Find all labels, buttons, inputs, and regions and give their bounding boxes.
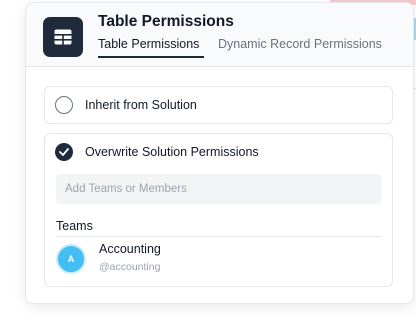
table-icon xyxy=(43,17,83,57)
radio-empty-icon[interactable] xyxy=(55,96,73,114)
permissions-panel: Table Permissions Table Permissions Dyna… xyxy=(25,2,414,304)
member-handle: @accounting xyxy=(99,261,161,273)
check-circle-icon[interactable] xyxy=(55,143,73,161)
overwrite-option: Overwrite Solution Permissions Teams A A… xyxy=(44,133,393,287)
list-item[interactable]: A Accounting @accounting xyxy=(56,241,382,281)
divider xyxy=(56,236,382,237)
avatar: A xyxy=(56,244,86,274)
active-tab-indicator xyxy=(98,56,204,58)
page-title: Table Permissions xyxy=(98,13,234,30)
inherit-option-label: Inherit from Solution xyxy=(85,98,197,112)
tab-dynamic-record-permissions[interactable]: Dynamic Record Permissions xyxy=(218,37,382,51)
inherit-option[interactable]: Inherit from Solution xyxy=(44,86,393,124)
tab-table-permissions[interactable]: Table Permissions xyxy=(98,37,199,51)
panel-header: Table Permissions Table Permissions Dyna… xyxy=(26,3,413,67)
add-members-input[interactable] xyxy=(56,174,382,204)
teams-heading: Teams xyxy=(56,219,93,233)
member-name: Accounting xyxy=(99,242,161,256)
overwrite-option-label: Overwrite Solution Permissions xyxy=(85,145,259,159)
